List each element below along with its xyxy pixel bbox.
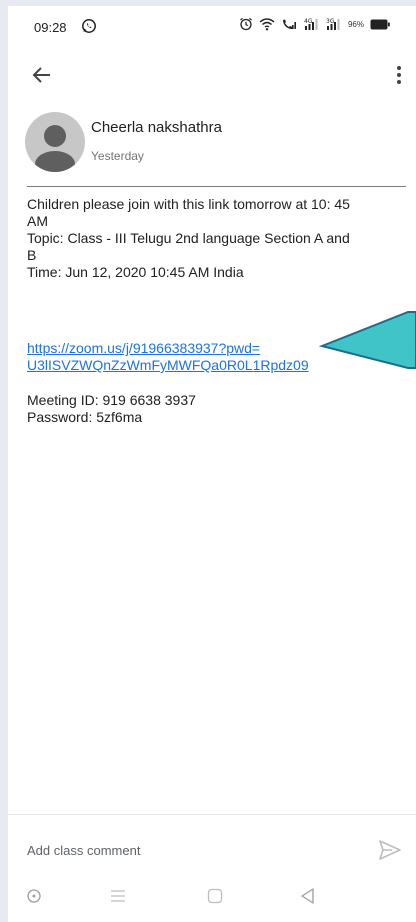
- nav-menu-icon[interactable]: [108, 886, 128, 906]
- status-icons: 4G 3G 96%: [239, 17, 390, 31]
- svg-text:3G: 3G: [326, 18, 335, 25]
- status-bar: 09:28 4G 3G 96%: [8, 6, 416, 46]
- avatar-icon: [35, 125, 75, 172]
- signal-icon: 4G: [304, 18, 318, 30]
- whatsapp-icon: [82, 19, 96, 33]
- body-line: Topic: Class - III Telugu 2nd language S…: [27, 230, 350, 246]
- send-icon[interactable]: [378, 839, 402, 861]
- battery-icon: [370, 19, 390, 29]
- body-line: AM: [27, 213, 48, 229]
- status-time: 09:28: [34, 20, 67, 35]
- system-nav-bar: [8, 870, 416, 922]
- alarm-icon: [240, 17, 252, 31]
- nav-circle-icon[interactable]: [24, 886, 44, 906]
- meeting-id: Meeting ID: 919 6638 3937: [27, 392, 196, 408]
- wifi-icon: [259, 18, 275, 31]
- body-line: Time: Jun 12, 2020 10:45 AM India: [27, 264, 244, 280]
- avatar[interactable]: [25, 112, 85, 172]
- body-line: Children please join with this link tomo…: [27, 196, 350, 212]
- zoom-link[interactable]: https://zoom.us/j/91966383937?pwd= U3lIS…: [27, 340, 309, 374]
- phone-screen: 09:28 4G 3G 96% Cheerla nakshathra Yeste…: [8, 6, 416, 922]
- comment-input[interactable]: [27, 843, 327, 858]
- svg-text:4G: 4G: [304, 18, 313, 25]
- author-name: Cheerla nakshathra: [91, 119, 222, 136]
- meeting-details: Meeting ID: 919 6638 3937 Password: 5zf6…: [27, 392, 196, 426]
- post-body: Children please join with this link tomo…: [27, 196, 412, 281]
- battery-text: 96%: [347, 19, 364, 29]
- body-line: B: [27, 247, 37, 263]
- call-signal-icon: [282, 19, 296, 29]
- zoom-link-line[interactable]: U3lISVZWQnZzWmFyMWFQa0R0L1Rpdz09: [27, 357, 309, 373]
- meeting-password: Password: 5zf6ma: [27, 409, 143, 425]
- comment-bar: [8, 814, 416, 871]
- post-time: Yesterday: [91, 149, 144, 163]
- back-arrow-icon[interactable]: [28, 61, 56, 89]
- nav-home-icon[interactable]: [205, 886, 225, 906]
- arrow-shape: [318, 311, 416, 369]
- divider: [27, 186, 406, 187]
- nav-back-icon[interactable]: [298, 886, 318, 906]
- more-vert-icon[interactable]: [388, 61, 410, 89]
- signal-icon: 3G: [326, 18, 340, 30]
- zoom-link-line[interactable]: https://zoom.us/j/91966383937?pwd=: [27, 340, 260, 356]
